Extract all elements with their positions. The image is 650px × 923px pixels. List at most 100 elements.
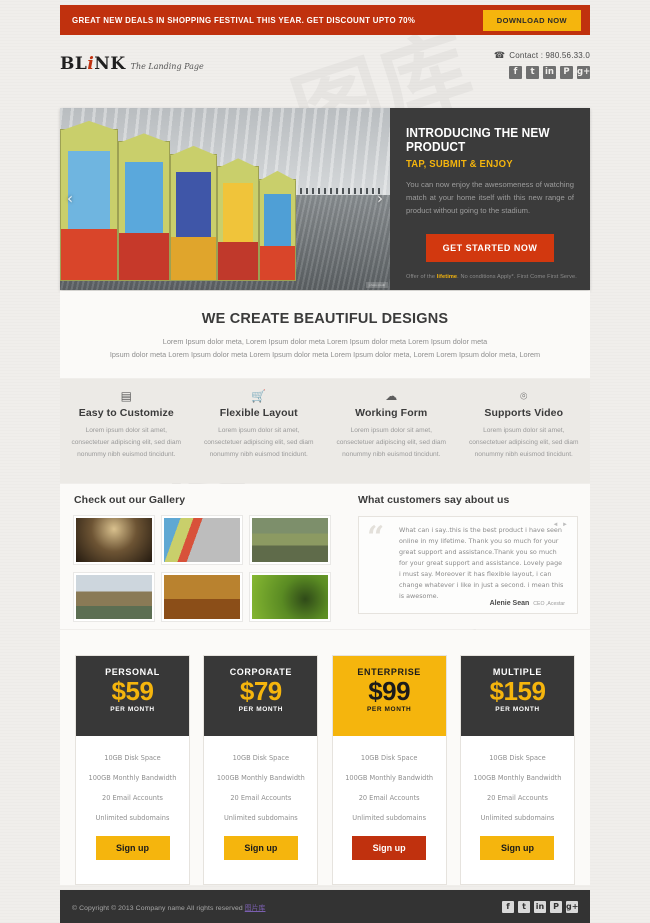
hero-prev-arrow-icon[interactable]: ‹ bbox=[67, 191, 73, 207]
googleplus-icon[interactable]: g+ bbox=[577, 66, 590, 79]
feature-supports-video: ⌾ Supports Video Lorem ipsum dolor sit a… bbox=[458, 379, 591, 483]
header-contact: ☎ Contact : 980.56.33.0 f t in P g+ bbox=[494, 50, 590, 79]
intro-title: WE CREATE BEAUTIFUL DESIGNS bbox=[201, 311, 449, 327]
plan-header: PERSONAL $59 PER MONTH bbox=[76, 656, 189, 736]
hero-title: INTRODUCING THE NEW PRODUCT bbox=[406, 126, 550, 154]
feature-text: Lorem ipsum dolor sit amet, consectetuer… bbox=[71, 427, 182, 459]
plan-features: 10GB Disk Space 100GB Monthly Bandwidth … bbox=[76, 736, 189, 828]
gallery-title: Check out our Gallery bbox=[74, 494, 186, 506]
promo-banner: GREAT NEW DEALS IN SHOPPING FESTIVAL THI… bbox=[60, 5, 590, 35]
get-started-now-button[interactable]: GET STARTED NOW bbox=[425, 234, 555, 263]
hero-body-text: You can now enjoy the awesomeness of wat… bbox=[406, 180, 574, 216]
signup-button-corporate[interactable]: Sign up bbox=[223, 836, 298, 860]
intro-line-2: Ipsum dolor meta Lorem Ipsum dolor meta … bbox=[109, 350, 541, 360]
gallery-thumb-road-bubbles[interactable] bbox=[74, 573, 154, 621]
pricing-plan-personal: PERSONAL $59 PER MONTH 10GB Disk Space 1… bbox=[75, 655, 190, 885]
signup-button-personal[interactable]: Sign up bbox=[95, 836, 170, 860]
testimonial-block: What customers say about us ◄ ► “ What c… bbox=[358, 494, 578, 629]
pinterest-icon[interactable]: P bbox=[550, 900, 562, 913]
plan-price: $59 bbox=[111, 676, 154, 706]
pricing-section: PERSONAL $59 PER MONTH 10GB Disk Space 1… bbox=[60, 630, 590, 885]
feature-working-form: ☁ Working Form Lorem ipsum dolor sit ame… bbox=[325, 379, 458, 483]
plan-feature: 10GB Disk Space bbox=[232, 754, 290, 762]
plan-price: $99 bbox=[368, 676, 411, 706]
gallery-thumb-gallery-room[interactable] bbox=[162, 573, 242, 621]
hero-next-arrow-icon[interactable]: › bbox=[377, 191, 383, 207]
twitter-icon[interactable]: t bbox=[518, 900, 530, 913]
features-section: ▤ Easy to Customize Lorem ipsum dolor si… bbox=[60, 379, 590, 483]
plan-feature: 100GB Monthly Bandwidth bbox=[216, 774, 305, 782]
beach-hut bbox=[258, 170, 296, 281]
googleplus-icon[interactable]: g+ bbox=[566, 900, 578, 913]
linkedin-icon[interactable]: in bbox=[534, 900, 546, 913]
plan-period: PER MONTH bbox=[366, 706, 412, 714]
plan-feature: 100GB Monthly Bandwidth bbox=[345, 774, 434, 782]
gallery-thumb-crowd[interactable] bbox=[74, 516, 154, 564]
plan-feature: 100GB Monthly Bandwidth bbox=[473, 774, 562, 782]
download-now-button[interactable]: DOWNLOAD NOW bbox=[482, 9, 581, 31]
testimonial-title: What customers say about us bbox=[358, 494, 510, 506]
testimonial-slider-nav[interactable]: ◄ ► bbox=[552, 522, 569, 528]
pricing-plan-multiple: MULTIPLE $159 PER MONTH 10GB Disk Space … bbox=[459, 655, 575, 885]
feature-title: Working Form bbox=[355, 407, 428, 419]
testimonial-author: Alenie Sean CEO ,Acestar bbox=[489, 600, 565, 607]
signup-button-multiple[interactable]: Sign up bbox=[480, 836, 555, 860]
site-footer: © Copyright © 2013 Company name All righ… bbox=[60, 890, 590, 923]
gallery-grid bbox=[74, 516, 346, 621]
plan-feature: Unlimited subdomains bbox=[480, 814, 555, 822]
promo-text: GREAT NEW DEALS IN SHOPPING FESTIVAL THI… bbox=[72, 15, 416, 25]
facebook-icon[interactable]: f bbox=[502, 900, 514, 913]
plan-feature: 20 Email Accounts bbox=[358, 794, 420, 802]
site-header: BLiNK The Landing Page ☎ Contact : 980.5… bbox=[60, 42, 590, 97]
feature-title: Flexible Layout bbox=[219, 407, 298, 419]
pricing-plan-enterprise: ENTERPRISE $99 PER MONTH 10GB Disk Space… bbox=[331, 655, 447, 885]
logo[interactable]: BLiNK The Landing Page bbox=[60, 54, 204, 74]
plan-period: PER MONTH bbox=[110, 706, 155, 714]
facebook-icon[interactable]: f bbox=[509, 66, 522, 79]
intro-line-1: Lorem Ipsum dolor meta, Lorem Ipsum dolo… bbox=[162, 337, 488, 346]
gallery-block: Check out our Gallery bbox=[74, 494, 346, 629]
footer-social-links: f t in P g+ bbox=[502, 900, 578, 913]
plan-feature: Unlimited subdomains bbox=[223, 814, 298, 822]
hero-subtitle: TAP, SUBMIT & ENJOY bbox=[406, 159, 513, 170]
hero-footnote: Offer of the lifetime. No conditions App… bbox=[406, 274, 577, 280]
plan-features: 10GB Disk Space 100GB Monthly Bandwidth … bbox=[461, 736, 574, 828]
beach-hut bbox=[216, 158, 260, 281]
feature-flexible-layout: 🛒 Flexible Layout Lorem ipsum dolor sit … bbox=[193, 379, 326, 483]
feature-text: Lorem ipsum dolor sit amet, consectetuer… bbox=[336, 427, 447, 459]
feature-easy-to-customize: ▤ Easy to Customize Lorem ipsum dolor si… bbox=[60, 379, 193, 483]
twitter-icon[interactable]: t bbox=[526, 66, 539, 79]
plan-price: $159 bbox=[489, 676, 546, 706]
logo-tagline: The Landing Page bbox=[130, 62, 204, 71]
beach-hut bbox=[169, 145, 218, 281]
intro-section: WE CREATE BEAUTIFUL DESIGNS Lorem Ipsum … bbox=[60, 291, 590, 378]
gallery-thumb-cyclists[interactable] bbox=[250, 516, 330, 564]
plan-price: $79 bbox=[239, 676, 282, 706]
plan-header: ENTERPRISE $99 PER MONTH bbox=[332, 656, 446, 736]
pinterest-icon[interactable]: P bbox=[560, 66, 573, 79]
testimonial-card: ◄ ► “ What can i say..this is the best p… bbox=[358, 516, 578, 614]
comment-icon: ▤ bbox=[120, 389, 132, 403]
plan-period: PER MONTH bbox=[238, 706, 284, 714]
plan-period: PER MONTH bbox=[495, 706, 540, 714]
hero-section: ‹ › photo credit INTRODUCING THE NEW PRO… bbox=[60, 108, 590, 290]
contact-line: ☎ Contact : 980.56.33.0 bbox=[494, 50, 590, 61]
gallery-thumb-beach-huts[interactable] bbox=[162, 516, 242, 564]
phone-icon: ☎ bbox=[493, 50, 506, 60]
hero-image-caption: photo credit bbox=[366, 282, 388, 288]
feature-title: Easy to Customize bbox=[78, 407, 174, 419]
plan-feature: 10GB Disk Space bbox=[104, 754, 161, 762]
gallery-thumb-green-abstract[interactable] bbox=[250, 573, 330, 621]
header-social-links: f t in P g+ bbox=[494, 66, 590, 79]
plan-features: 10GB Disk Space 100GB Monthly Bandwidth … bbox=[333, 736, 446, 828]
pricing-plan-corporate: CORPORATE $79 PER MONTH 10GB Disk Space … bbox=[203, 655, 319, 885]
gallery-testimonial-section: Check out our Gallery What customers say… bbox=[60, 484, 590, 629]
linkedin-icon[interactable]: in bbox=[543, 66, 556, 79]
hero-beach-huts bbox=[60, 117, 296, 281]
testimonial-role: CEO ,Acestar bbox=[533, 601, 565, 607]
footer-link[interactable]: 图片库 bbox=[245, 905, 266, 912]
signup-button-enterprise[interactable]: Sign up bbox=[352, 836, 427, 860]
plan-features: 10GB Disk Space 100GB Monthly Bandwidth … bbox=[204, 736, 317, 828]
plan-feature: 20 Email Accounts bbox=[230, 794, 292, 802]
feature-text: Lorem ipsum dolor sit amet, consectetuer… bbox=[203, 427, 314, 459]
